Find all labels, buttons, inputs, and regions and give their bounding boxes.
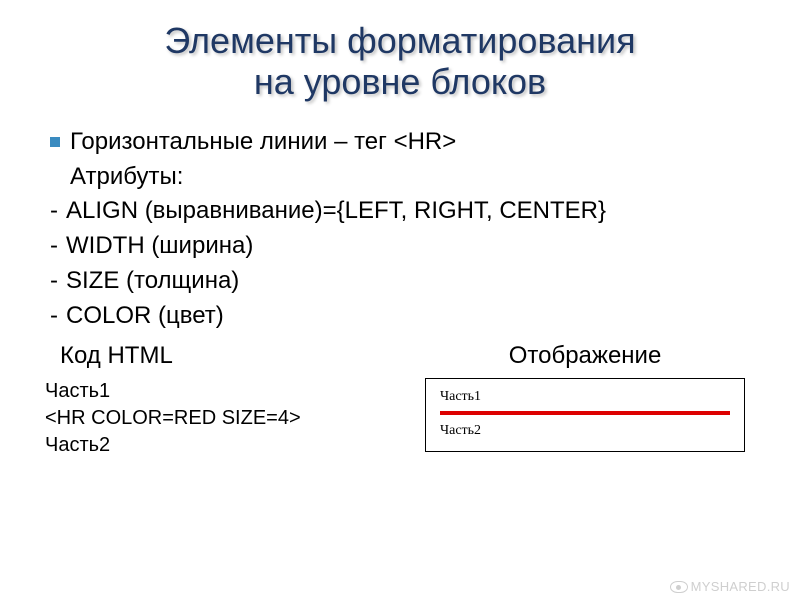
attr-size: SIZE (толщина) — [66, 264, 239, 299]
bullet-main-text: Горизонтальные линии – тег <HR> — [70, 125, 456, 160]
title-line-1: Элементы форматирования — [164, 20, 635, 61]
slide-title: Элементы форматирования на уровне блоков — [30, 20, 770, 103]
watermark: MYSHARED.RU — [670, 579, 790, 594]
dash-icon: - — [50, 264, 60, 299]
bullet-main: Горизонтальные линии – тег <HR> — [50, 125, 770, 160]
square-bullet-icon — [50, 137, 60, 147]
eye-icon — [670, 581, 688, 593]
attr-color: COLOR (цвет) — [66, 299, 224, 334]
example-columns: Код HTML Часть1 <HR COLOR=RED SIZE=4> Ча… — [30, 342, 770, 459]
code-heading: Код HTML — [60, 342, 400, 370]
list-item: - ALIGN (выравнивание)={LEFT, RIGHT, CEN… — [50, 194, 770, 229]
content-list: Горизонтальные линии – тег <HR> Атрибуты… — [50, 125, 770, 334]
watermark-text: MYSHARED.RU — [691, 579, 790, 594]
code-line-2: <HR COLOR=RED SIZE=4> — [45, 405, 400, 432]
code-block: Часть1 <HR COLOR=RED SIZE=4> Часть2 — [45, 378, 400, 459]
code-line-3: Часть2 — [45, 432, 400, 459]
render-preview-box: Часть1 Часть2 — [425, 378, 745, 452]
list-item: - WIDTH (ширина) — [50, 229, 770, 264]
render-line-2: Часть2 — [440, 423, 730, 439]
dash-icon: - — [50, 299, 60, 334]
list-item: - SIZE (толщина) — [50, 264, 770, 299]
list-item: - COLOR (цвет) — [50, 299, 770, 334]
attr-align: ALIGN (выравнивание)={LEFT, RIGHT, CENTE… — [66, 194, 606, 229]
render-column: Отображение Часть1 Часть2 — [400, 342, 770, 459]
code-column: Код HTML Часть1 <HR COLOR=RED SIZE=4> Ча… — [30, 342, 400, 459]
title-line-2: на уровне блоков — [254, 61, 546, 102]
code-line-1: Часть1 — [45, 378, 400, 405]
attr-width: WIDTH (ширина) — [66, 229, 253, 264]
render-hr — [440, 411, 730, 415]
slide: Элементы форматирования на уровне блоков… — [0, 0, 800, 600]
render-line-1: Часть1 — [440, 389, 730, 405]
attrs-label-row: Атрибуты: — [70, 160, 770, 195]
dash-icon: - — [50, 229, 60, 264]
render-heading: Отображение — [400, 342, 770, 370]
attrs-label: Атрибуты: — [70, 160, 183, 195]
dash-icon: - — [50, 194, 60, 229]
